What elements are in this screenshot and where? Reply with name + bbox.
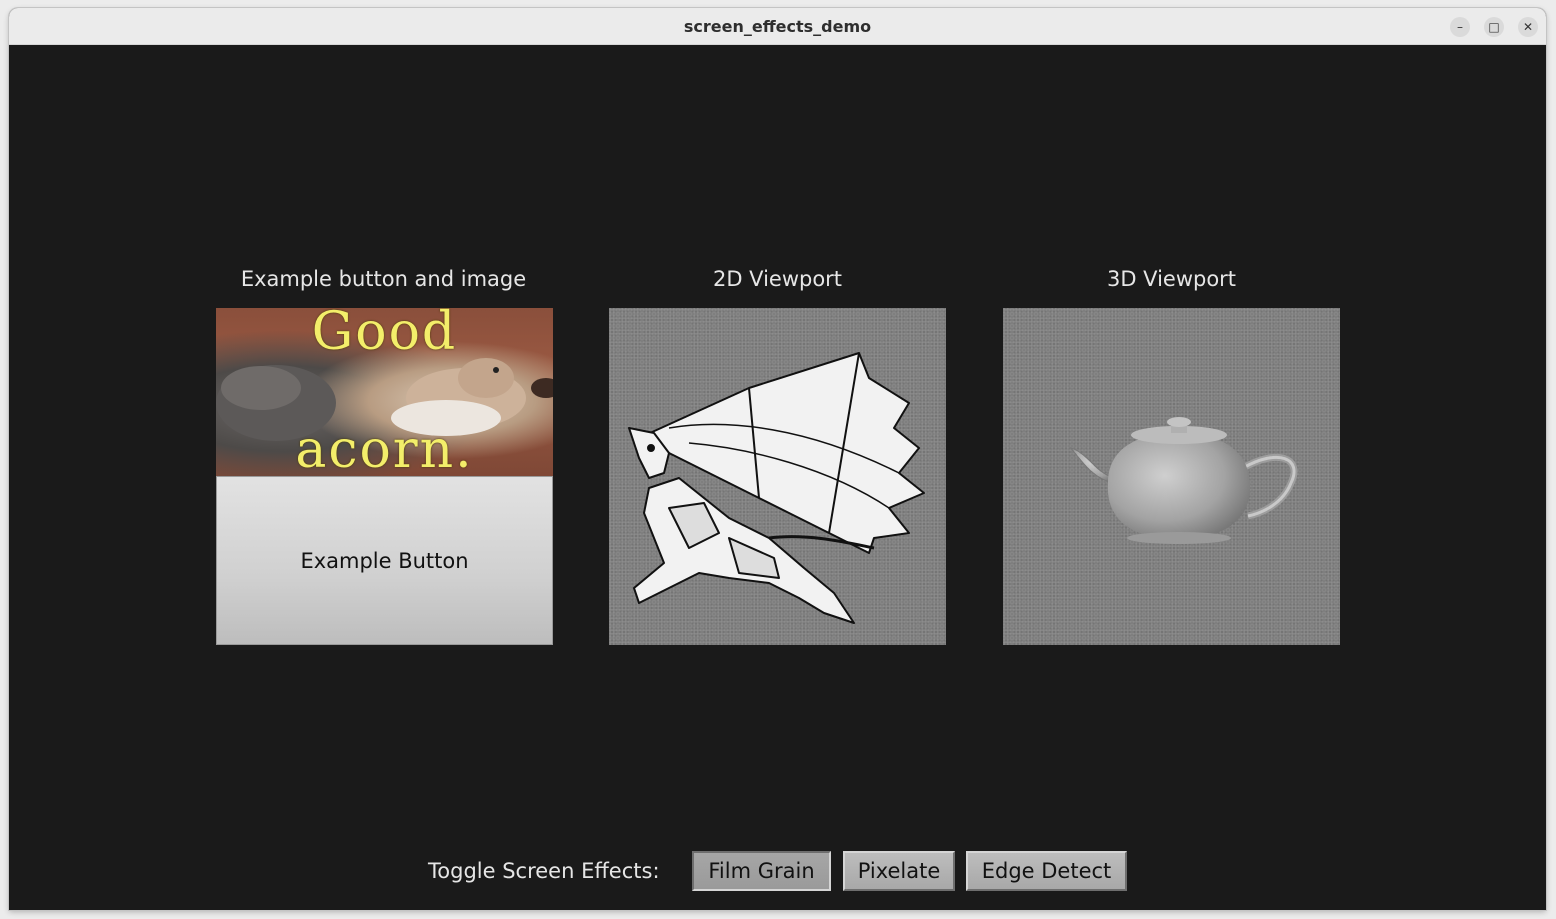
toggle-effects-label: Toggle Screen Effects: [428, 859, 660, 883]
teapot-render [1069, 417, 1298, 544]
image-text-top: Good [311, 308, 458, 362]
squirrel-image: Good acorn. [216, 308, 553, 480]
maximize-button[interactable]: □ [1484, 17, 1504, 37]
example-button[interactable]: Example Button [216, 476, 553, 645]
edge-detect-button-label: Edge Detect [981, 859, 1112, 883]
minimize-icon: – [1457, 20, 1463, 34]
close-icon: ✕ [1522, 20, 1534, 34]
window-title: screen_effects_demo [683, 17, 872, 36]
viewport-3d[interactable] [1003, 308, 1340, 645]
title-bar: screen_effects_demo – □ ✕ [9, 8, 1546, 45]
maximize-icon: □ [1488, 20, 1500, 34]
film-grain-button-label: Film Grain [708, 859, 815, 883]
edge-detect-button[interactable]: Edge Detect [966, 851, 1127, 891]
viewport-2d[interactable] [609, 308, 946, 645]
main-content: Example button and image 2D Viewport 3D … [9, 45, 1546, 910]
image-text-bottom: acorn. [295, 420, 474, 480]
viewport-3d-label: 3D Viewport [1106, 267, 1237, 291]
example-button-label: Example Button [300, 548, 469, 573]
app-window: screen_effects_demo – □ ✕ Example button… [9, 8, 1546, 910]
dragon-illustration [628, 352, 925, 624]
image-button-panel: Good acorn. Example Button [216, 308, 553, 645]
image-button-section-label: Example button and image [240, 267, 527, 291]
pixelate-button-label: Pixelate [857, 859, 941, 883]
pixelate-button[interactable]: Pixelate [843, 851, 955, 891]
minimize-button[interactable]: – [1450, 17, 1470, 37]
close-button[interactable]: ✕ [1518, 17, 1538, 37]
film-grain-button[interactable]: Film Grain [692, 851, 831, 891]
viewport-2d-label: 2D Viewport [712, 267, 843, 291]
